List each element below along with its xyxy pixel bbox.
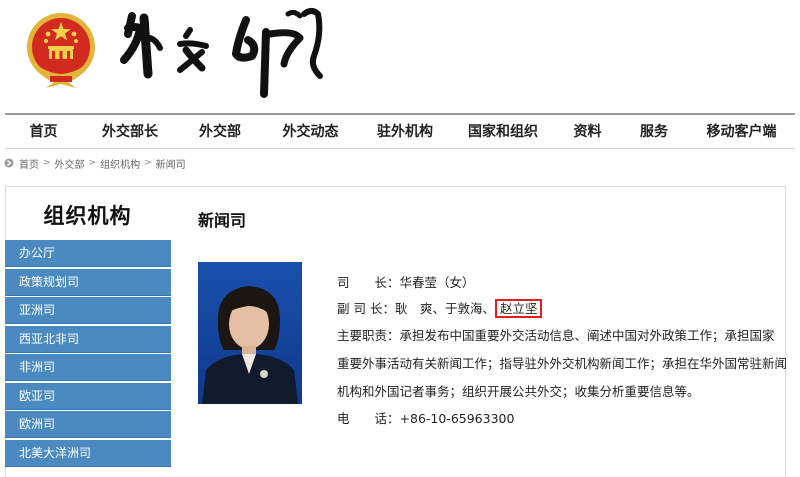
national-emblem-logo[interactable] — [24, 10, 98, 90]
sidebar-item-north-american-oceanian[interactable]: 北美大洋洲司 — [5, 439, 171, 467]
nav-services[interactable]: 服务 — [620, 116, 688, 148]
site-header — [0, 0, 800, 114]
nav-mobile-client[interactable]: 移动客户端 — [688, 116, 795, 148]
breadcrumb-separator: > — [144, 158, 152, 168]
duties-paragraph: 主要职责：承担发布中国重要外交活动信息、阐述中国对外政策工作；承担国家重要外事活… — [337, 322, 787, 406]
sidebar-item-policy-planning[interactable]: 政策规划司 — [5, 268, 171, 296]
breadcrumb-separator: > — [43, 158, 51, 168]
deputy-row: 副 司 长：耿 爽、于敦海、 赵立坚 — [337, 296, 787, 322]
nav-resources[interactable]: 资料 — [555, 116, 620, 148]
sidebar-item-general-office[interactable]: 办公厅 — [5, 240, 171, 267]
deputy-value: 耿 爽、于敦海、 — [394, 301, 495, 316]
sidebar-item-african-affairs[interactable]: 非洲司 — [5, 354, 171, 381]
sidebar-menu: 办公厅 政策规划司 亚洲司 西亚北非司 非洲司 欧亚司 欧洲司 北美大洋洲司 — [5, 240, 171, 468]
page-title: 新闻司 — [198, 211, 247, 230]
breadcrumb-home[interactable]: 首页 — [19, 156, 39, 171]
director-value: 华春莹（女） — [399, 275, 475, 290]
nav-countries-organizations[interactable]: 国家和组织 — [451, 116, 555, 148]
duties-text: 承担发布中国重要外交活动信息、阐述中国对外政策工作；承担国家重要外事活动有关新闻… — [337, 328, 788, 399]
breadcrumb-icon — [4, 158, 14, 168]
breadcrumb-current: 新闻司 — [155, 159, 186, 171]
nav-foreign-minister[interactable]: 外交部长 — [82, 116, 178, 148]
phone-value: +86-10-65963300 — [399, 411, 515, 426]
sidebar-item-west-asian-north-african[interactable]: 西亚北非司 — [5, 325, 171, 353]
highlighted-deputy-name: 赵立坚 — [494, 299, 543, 318]
header-divider — [5, 113, 795, 115]
official-photo — [198, 262, 302, 404]
ministry-calligraphy-logo — [120, 8, 323, 98]
breadcrumb-organization[interactable]: 组织机构 — [100, 156, 140, 171]
sidebar-item-eurasian-affairs[interactable]: 欧亚司 — [5, 382, 171, 410]
nav-divider — [5, 148, 795, 149]
director-row: 司 长：华春莹（女） — [337, 270, 787, 296]
nav-diplomatic-news[interactable]: 外交动态 — [262, 116, 359, 148]
breadcrumb-ministry[interactable]: 外交部 — [55, 156, 85, 171]
director-label: 司 长： — [337, 275, 400, 290]
phone-label: 电 话： — [337, 411, 400, 426]
breadcrumb: 首页 > 外交部 > 组织机构 > 新闻司 — [4, 155, 186, 171]
phone-row: 电 话：+86-10-65963300 — [337, 406, 787, 432]
department-info: 司 长：华春莹（女） 副 司 长：耿 爽、于敦海、 赵立坚 主要职责：承担发布中国… — [337, 270, 787, 432]
sidebar-title: 组织机构 — [43, 204, 132, 228]
nav-ministry[interactable]: 外交部 — [178, 116, 262, 148]
nav-missions-overseas[interactable]: 驻外机构 — [359, 116, 451, 148]
sidebar-item-asian-affairs[interactable]: 亚洲司 — [5, 297, 171, 324]
breadcrumb-separator: > — [88, 158, 97, 168]
sidebar-item-european-affairs[interactable]: 欧洲司 — [5, 411, 171, 438]
nav-home[interactable]: 首页 — [5, 116, 82, 148]
duties-label: 主要职责： — [337, 328, 400, 343]
deputy-label: 副 司 长： — [337, 301, 395, 316]
main-nav: 首页 外交部长 外交部 外交动态 驻外机构 国家和组织 资料 服务 移动客户端 — [5, 116, 795, 148]
